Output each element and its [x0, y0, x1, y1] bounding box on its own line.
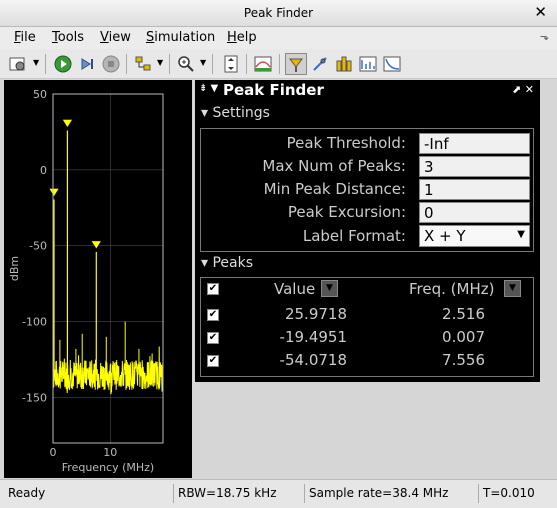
separator — [45, 54, 46, 74]
separator — [279, 54, 280, 74]
run-icon[interactable] — [52, 53, 74, 75]
spectrum-plot[interactable]: 50 0 -50 -100 -150 0 10 Frequency (MHz) dBm — [4, 80, 192, 478]
menu-view[interactable]: View — [100, 30, 131, 45]
status-rbw: RBW=18.75 kHz — [173, 484, 303, 503]
peak-threshold-label: Peak Threshold: — [286, 134, 406, 152]
undock-menu-icon[interactable]: ⬎ — [540, 30, 549, 43]
noise-trace — [52, 346, 164, 395]
highlight-dropdown-icon[interactable]: ▼ — [157, 58, 163, 67]
peak-excursion-field[interactable]: 0 — [419, 202, 530, 223]
plot-frame — [52, 93, 164, 444]
scale-axes-icon[interactable] — [220, 53, 242, 75]
menu-file[interactable]: File — [14, 30, 36, 45]
select-all-checkbox[interactable]: ✔ — [207, 283, 219, 295]
separator — [212, 54, 213, 74]
peaks-section-header[interactable]: ▾ Peaks — [201, 255, 253, 271]
label-format-value: X + Y — [424, 227, 466, 245]
min-peak-distance-label: Min Peak Distance: — [263, 180, 406, 198]
peak-finder-icon[interactable] — [285, 53, 307, 75]
y-tick-label: -50 — [29, 240, 47, 253]
data-cursors-icon[interactable] — [309, 53, 331, 75]
status-time: T=0.010 — [478, 484, 550, 503]
close-icon[interactable]: ✕ — [534, 3, 547, 21]
peak-excursion-label: Peak Excursion: — [287, 203, 406, 221]
y-tick-label: 50 — [33, 88, 47, 101]
peak-row-checkbox[interactable]: ✔ — [207, 355, 219, 367]
label-format-label: Label Format: — [302, 227, 406, 245]
peak-value-cell: -54.0718 — [279, 351, 347, 369]
window-title: Peak Finder — [243, 6, 314, 20]
panel-collapse-icon[interactable]: ⇟ ▼ — [199, 83, 218, 94]
separator — [169, 54, 170, 74]
dock-arrows-icon[interactable]: ▸ ▸ ▸ ▸ ▸ — [179, 262, 189, 298]
peak-row-checkbox[interactable]: ✔ — [207, 332, 219, 344]
status-sample-rate: Sample rate=38.4 MHz — [304, 484, 477, 503]
peak-finder-panel: ⇟ ▼ Peak Finder ⬈ ✕ ▾ Settings Peak Thre… — [195, 80, 540, 382]
peak-freq-cell: 7.556 — [442, 351, 485, 369]
peak-row-checkbox[interactable]: ✔ — [207, 309, 219, 321]
x-tick-label: 10 — [103, 446, 117, 459]
peak-value-cell: 25.9718 — [284, 305, 347, 323]
menu-simulation[interactable]: Simulation — [146, 30, 215, 45]
x-axis-label: Frequency (MHz) — [62, 461, 154, 474]
menu-tools[interactable]: Tools — [52, 30, 84, 45]
settings-dropdown-icon[interactable]: ▼ — [33, 58, 39, 67]
title-bar: Peak Finder ✕ — [0, 0, 557, 27]
y-tick-label: -150 — [22, 391, 47, 404]
y-axis-label: dBm — [8, 256, 21, 281]
ccdf-measurements-icon[interactable] — [381, 53, 403, 75]
separator — [126, 54, 127, 74]
value-column-header[interactable]: Value — [274, 280, 315, 298]
highlight-block-icon[interactable] — [132, 53, 154, 75]
freq-sort-icon[interactable]: ▼ — [504, 280, 521, 297]
peak-marker-icon — [48, 188, 60, 197]
settings-section-header[interactable]: ▾ Settings — [201, 105, 270, 121]
max-num-peaks-field[interactable]: 3 — [419, 156, 530, 177]
status-bar: Ready RBW=18.75 kHz Sample rate=38.4 MHz… — [0, 479, 557, 508]
zoom-dropdown-icon[interactable]: ▼ — [200, 58, 206, 67]
peak-threshold-field[interactable]: -Inf — [419, 133, 530, 154]
max-num-peaks-label: Max Num of Peaks: — [262, 157, 406, 175]
y-tick-label: 0 — [40, 164, 47, 177]
peak-value-cell: -19.4951 — [279, 328, 347, 346]
peak-freq-cell: 0.007 — [442, 328, 485, 346]
toolbar: ▼ ▼ ▼ — [0, 49, 557, 79]
freq-column-header[interactable]: Freq. (MHz) — [409, 280, 494, 298]
menu-bar: File Tools View Simulation Help ⬎ — [0, 27, 557, 49]
zoom-icon[interactable] — [175, 53, 197, 75]
panel-header: ⇟ ▼ Peak Finder ⬈ ✕ — [195, 80, 540, 102]
peak-marker-icon — [61, 119, 73, 128]
channel-measurements-icon[interactable] — [333, 53, 355, 75]
label-format-select[interactable]: X + Y ▼ — [419, 225, 530, 247]
y-tick-label: -100 — [22, 316, 47, 329]
distortion-measurements-icon[interactable] — [357, 53, 379, 75]
min-peak-distance-field[interactable]: 1 — [419, 179, 530, 200]
panel-title: Peak Finder — [223, 81, 324, 99]
chevron-down-icon: ▼ — [517, 229, 525, 240]
x-tick-label: 0 — [50, 446, 57, 459]
peak-marker-icon — [90, 240, 102, 250]
spectrum-settings-icon[interactable] — [252, 53, 274, 75]
peak-freq-cell: 2.516 — [442, 305, 485, 323]
menu-help[interactable]: Help — [227, 30, 257, 45]
step-forward-icon[interactable] — [76, 53, 98, 75]
separator — [246, 54, 247, 74]
stop-icon[interactable] — [100, 53, 122, 75]
settings-icon[interactable] — [7, 53, 29, 75]
value-sort-icon[interactable]: ▼ — [321, 280, 338, 297]
status-state: Ready — [8, 486, 46, 500]
panel-controls-icon[interactable]: ⬈ ✕ — [512, 83, 534, 96]
